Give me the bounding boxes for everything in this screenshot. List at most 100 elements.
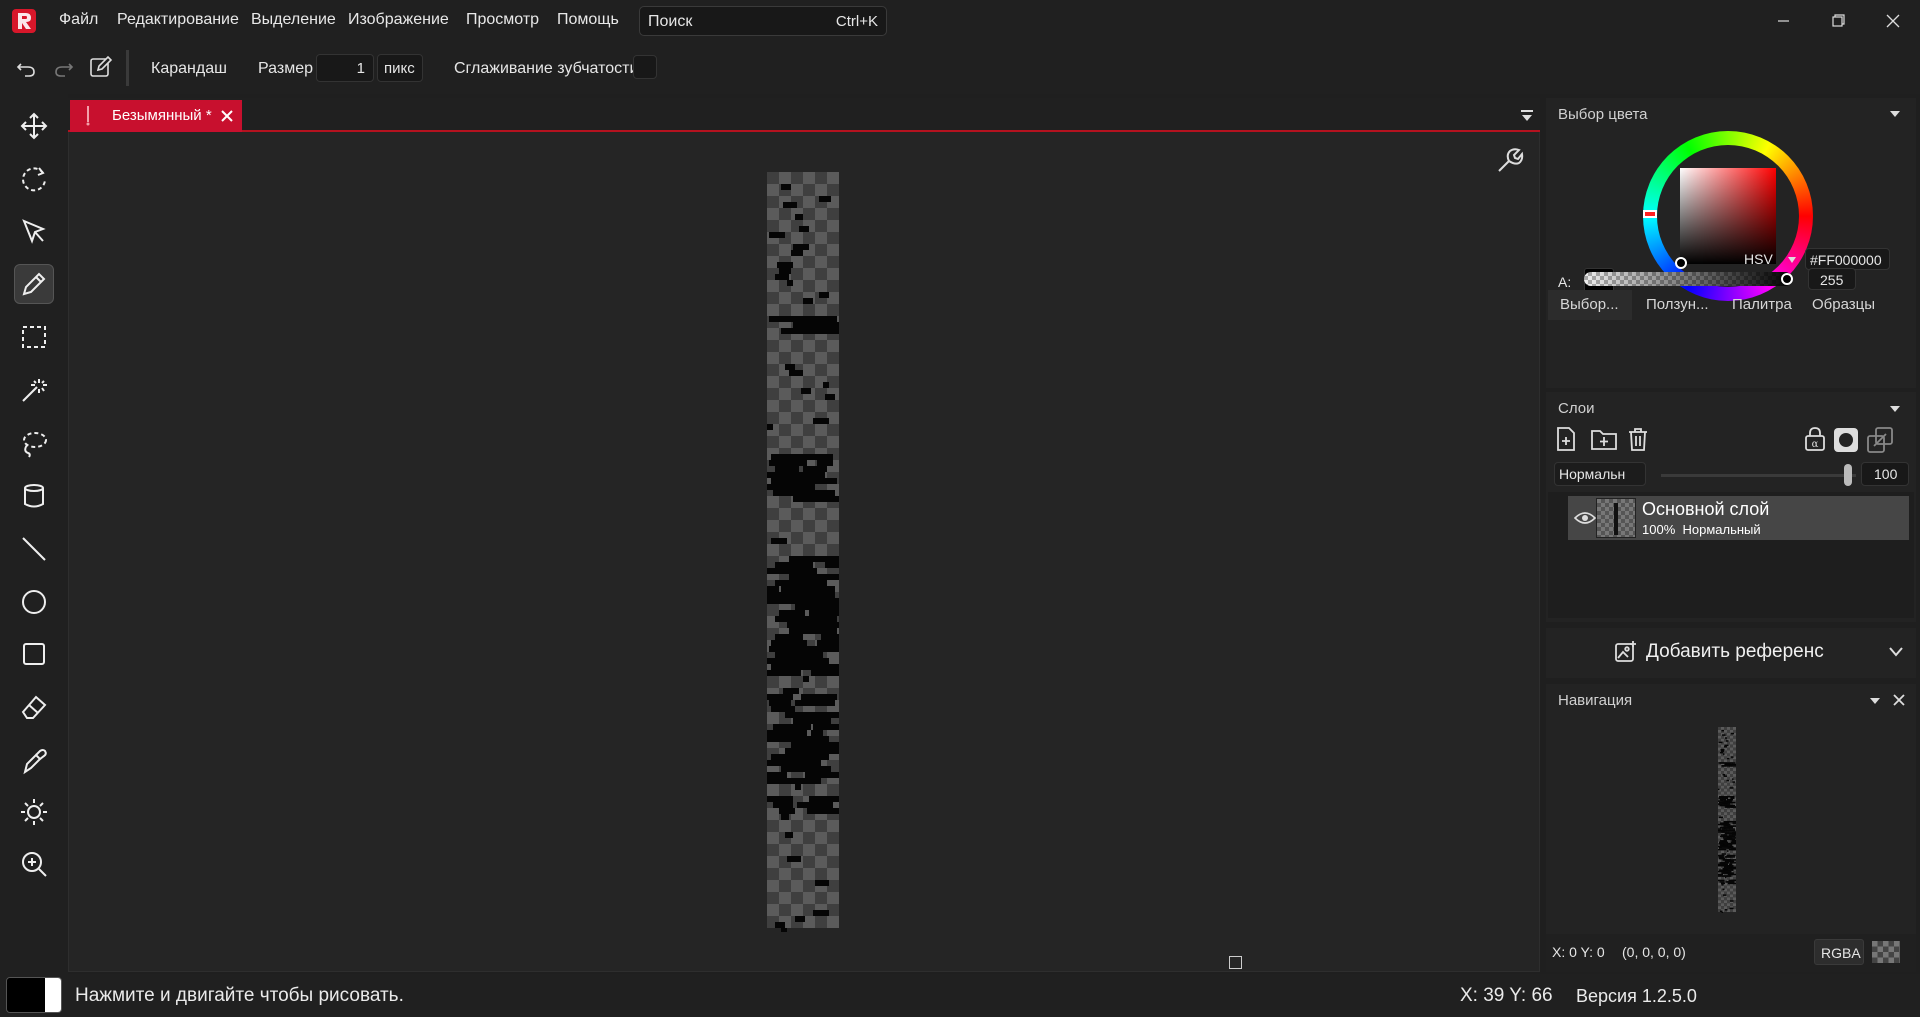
navigation-status: X: 0 Y: 0 (0, 0, 0, 0) RGBA (1546, 934, 1916, 972)
close-window-button[interactable] (1870, 8, 1916, 34)
menu-image[interactable]: Изображение (348, 11, 449, 29)
tool-name-label: Карандаш (151, 60, 227, 77)
move-icon[interactable] (14, 106, 54, 146)
layer-name: Основной слой (1642, 499, 1770, 519)
document-tab[interactable]: Безымянный * (70, 100, 242, 132)
new-layer-icon[interactable] (1554, 426, 1578, 452)
background-toggle[interactable] (1872, 941, 1900, 963)
alpha-input[interactable]: 255 (1808, 268, 1856, 290)
tab-sliders[interactable]: Ползун... (1646, 296, 1709, 313)
canvas-image[interactable] (767, 172, 839, 932)
clip-layer-icon[interactable] (1866, 426, 1894, 454)
status-coords: X: 39 Y: 66 (1460, 985, 1553, 1006)
tab-menu-icon[interactable] (1519, 108, 1535, 124)
color-marker[interactable] (1675, 257, 1687, 269)
layer-opacity-slider[interactable] (1661, 474, 1856, 477)
layer-thumbnail (1596, 498, 1636, 538)
undo-icon[interactable] (14, 56, 38, 80)
chevron-down-icon[interactable] (1888, 646, 1904, 658)
layer-opacity-input[interactable]: 100 (1861, 462, 1909, 486)
hex-input[interactable]: #FF000000 (1805, 248, 1890, 270)
rect-select-icon[interactable] (14, 317, 54, 357)
eraser-icon[interactable] (14, 686, 54, 726)
menu-bar: Файл Редактирование Выделение Изображени… (0, 0, 1920, 42)
tab-swatches[interactable]: Образцы (1812, 296, 1875, 313)
layer-opacity-handle[interactable] (1844, 464, 1852, 486)
navigation-panel: Навигация (1546, 684, 1916, 934)
alpha-label: A: (1558, 274, 1572, 290)
reference-panel[interactable]: Добавить референс (1546, 628, 1916, 678)
app-logo (12, 9, 36, 33)
size-label: Размер (258, 60, 313, 77)
zoom-icon[interactable] (14, 844, 54, 884)
add-image-icon (1615, 641, 1636, 662)
blend-mode-select[interactable]: Нормальн (1554, 462, 1646, 486)
canvas-resize-handle[interactable] (1229, 956, 1242, 969)
collapse-icon[interactable] (1888, 403, 1902, 415)
color-swatch-preview[interactable] (6, 977, 62, 1013)
edit-icon[interactable] (88, 54, 114, 80)
tab-palette[interactable]: Палитра (1732, 296, 1792, 313)
menu-file[interactable]: Файл (59, 11, 98, 29)
layer-item[interactable]: Основной слой 100% Нормальный (1568, 496, 1909, 540)
document-tabstrip (68, 98, 1540, 132)
menu-help[interactable]: Помощь (557, 11, 619, 29)
status-bar: Нажмите и двигайте чтобы рисовать. X: 39… (0, 974, 1920, 1017)
mask-icon[interactable] (1834, 428, 1858, 452)
visibility-eye-icon[interactable] (1574, 510, 1596, 526)
layer-details: 100% Нормальный (1642, 522, 1761, 537)
tab-picker[interactable]: Выбор... (1560, 296, 1619, 313)
navigation-panel-title: Навигация (1558, 692, 1633, 709)
menu-select[interactable]: Выделение (251, 11, 336, 29)
color-picker-icon[interactable] (14, 740, 54, 780)
layer-opacity: 100% (1642, 522, 1676, 537)
search-shortcut: Ctrl+K (835, 13, 878, 30)
search-input[interactable]: Поиск Ctrl+K (639, 6, 887, 36)
ellipse-icon[interactable] (14, 582, 54, 622)
add-reference-label: Добавить референс (1646, 641, 1824, 662)
color-mode-label: HSV (1744, 251, 1773, 267)
color-mode-select[interactable]: HSV (1744, 251, 1797, 267)
rectangle-icon[interactable] (14, 634, 54, 674)
pixel-value: (0, 0, 0, 0) (1622, 944, 1686, 960)
minimize-button[interactable] (1760, 8, 1806, 34)
line-icon[interactable] (14, 529, 54, 569)
collapse-icon[interactable] (1868, 696, 1882, 706)
navigation-preview[interactable] (1718, 727, 1736, 913)
cursor-info: X: 0 Y: 0 (1552, 944, 1605, 960)
close-tab-icon[interactable] (220, 109, 234, 123)
antialias-checkbox[interactable] (633, 55, 657, 79)
alpha-lock-icon[interactable]: α (1802, 426, 1828, 452)
alpha-slider[interactable] (1584, 272, 1792, 286)
magic-wand-icon[interactable] (14, 370, 54, 410)
hue-marker[interactable] (1643, 210, 1657, 218)
toolbox (0, 94, 68, 974)
menu-edit[interactable]: Редактирование (117, 11, 239, 29)
blend-mode-label: Нормальн (1559, 466, 1626, 482)
pencil-icon[interactable] (14, 264, 54, 304)
select-arrow-icon[interactable] (14, 212, 54, 252)
antialias-label: Сглаживание зубчатости (454, 60, 639, 77)
color-panel-title: Выбор цвета (1558, 106, 1648, 123)
size-input[interactable]: 1 (316, 54, 374, 82)
alpha-slider-handle[interactable] (1781, 273, 1793, 285)
bucket-icon[interactable] (14, 476, 54, 516)
new-group-icon[interactable] (1590, 426, 1618, 452)
size-unit-select[interactable]: пикс (377, 54, 423, 82)
redo-icon[interactable] (52, 56, 76, 80)
restore-button[interactable] (1815, 8, 1861, 34)
rotate-icon[interactable] (14, 159, 54, 199)
lasso-icon[interactable] (14, 424, 54, 464)
toolbar-divider (126, 50, 129, 86)
delete-layer-icon[interactable] (1626, 426, 1650, 452)
saturation-value-square[interactable] (1680, 168, 1776, 264)
channel-mode-button[interactable]: RGBA (1814, 939, 1864, 965)
document-tab-title: Безымянный * (112, 107, 212, 124)
close-panel-icon[interactable] (1892, 693, 1906, 707)
wrench-icon[interactable] (1494, 146, 1524, 176)
menu-view[interactable]: Просмотр (466, 11, 539, 29)
brightness-icon[interactable] (14, 792, 54, 832)
collapse-icon[interactable] (1888, 108, 1902, 120)
status-message: Нажмите и двигайте чтобы рисовать. (75, 985, 404, 1006)
color-picker-panel: Выбор цвета HSV #FF000000 A: 255 Выбор..… (1546, 98, 1916, 388)
